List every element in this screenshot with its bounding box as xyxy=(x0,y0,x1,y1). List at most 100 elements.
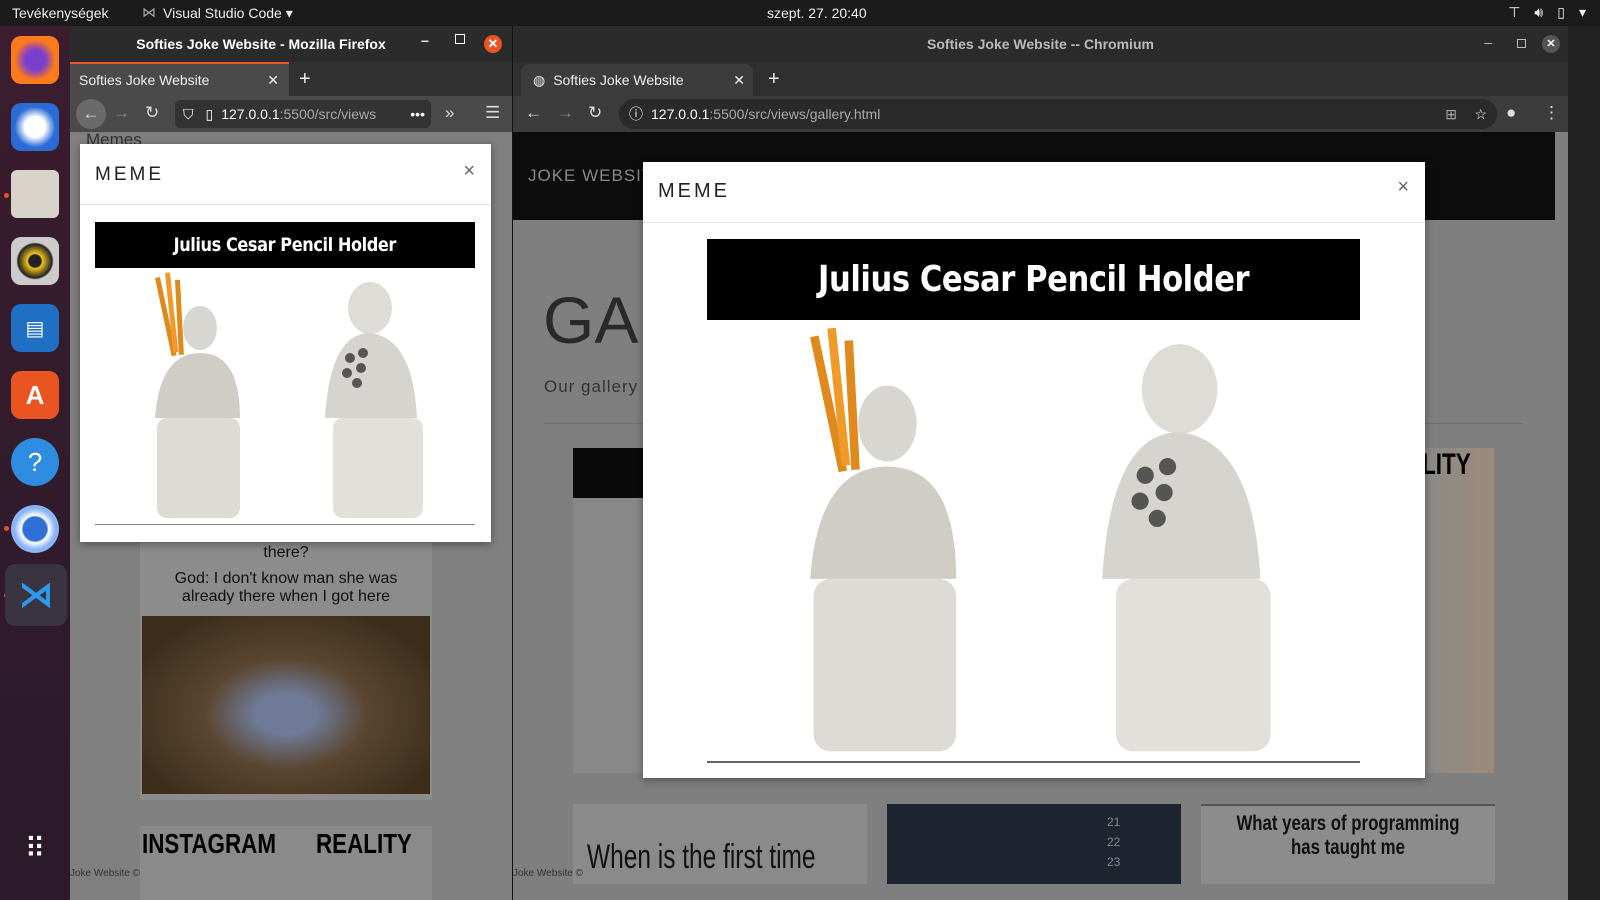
meme-card-queen[interactable]: there? God: I don't know man she was alr… xyxy=(140,542,432,800)
tab-close-icon[interactable]: ✕ xyxy=(267,72,279,89)
overflow-menu-icon[interactable]: » xyxy=(445,103,454,123)
caption-text: Julius Cesar Pencil Holder xyxy=(173,234,397,256)
page-icon: ▯ xyxy=(205,105,214,122)
forward-button[interactable]: → xyxy=(557,103,574,123)
translate-icon[interactable]: ⊞ xyxy=(1445,106,1457,123)
modal-divider xyxy=(95,524,475,525)
tab-bar: Softies Joke Website ✕ + xyxy=(70,62,512,96)
back-button[interactable]: ← xyxy=(76,99,106,129)
line-number: 21 xyxy=(1107,815,1121,829)
minimize-button[interactable]: – xyxy=(1484,34,1492,50)
writer-icon[interactable]: ▤ xyxy=(11,304,59,352)
chromium-window: Softies Joke Website -- Chromium – ✕ ◍ S… xyxy=(512,26,1568,900)
meme-image-caption: Julius Cesar Pencil Holder xyxy=(95,222,475,268)
minimize-button[interactable]: – xyxy=(421,32,429,48)
reload-button[interactable]: ↻ xyxy=(145,103,159,123)
modal-divider xyxy=(707,761,1360,763)
gallery-subheading: Our gallery xyxy=(544,377,639,396)
menu-arrow-icon: ▾ xyxy=(1578,4,1586,20)
tab-softies[interactable]: Softies Joke Website ✕ xyxy=(70,62,289,96)
meme-text: LITY xyxy=(1422,448,1471,481)
app-menu[interactable]: Visual Studio Code ▾ xyxy=(163,5,293,22)
meme-text: When is the first time xyxy=(587,838,816,876)
firefox-window: Softies Joke Website - Mozilla Firefox –… xyxy=(70,26,512,900)
app-menu-label: Visual Studio Code xyxy=(163,5,282,21)
firefox-icon[interactable] xyxy=(11,36,59,84)
bust-back-view xyxy=(325,282,423,518)
gallery-card-code[interactable]: 21 22 23 xyxy=(887,804,1181,884)
url-host: 127.0.0.1 xyxy=(221,106,280,122)
bust-with-pencils xyxy=(154,272,240,518)
reload-button[interactable]: ↻ xyxy=(588,103,602,123)
meme-text: there? xyxy=(263,544,309,561)
forward-button[interactable]: → xyxy=(113,103,130,123)
bookmark-star-icon[interactable]: ☆ xyxy=(1474,106,1487,123)
gallery-card-programming[interactable]: What years of programming has taught me xyxy=(1201,804,1495,884)
meme-text: God: I don't know man she was xyxy=(174,570,398,587)
close-button[interactable]: ✕ xyxy=(484,35,502,53)
volume-icon: 🔊︎ xyxy=(1534,4,1544,20)
address-bar[interactable]: ⛉ ▯ 127.0.0.1:5500/src/views ••• xyxy=(175,100,431,128)
pencil-holder-image xyxy=(154,272,423,518)
meme-text: has taught me xyxy=(1291,836,1405,859)
new-tab-button[interactable]: + xyxy=(768,62,780,96)
modal-close-button[interactable]: × xyxy=(1397,176,1409,199)
network-icon: ⊤ xyxy=(1508,4,1521,20)
help-icon[interactable]: ? xyxy=(11,438,59,486)
window-title: Softies Joke Website - Mozilla Firefox xyxy=(136,36,386,52)
meme-image-caption: Julius Cesar Pencil Holder xyxy=(707,239,1360,320)
gallery-heading: GA xyxy=(543,283,639,357)
software-icon[interactable]: A xyxy=(11,371,59,419)
chromium-page: JOKE WEBSIT GA Our gallery LITY When is … xyxy=(513,132,1568,900)
thunderbird-icon[interactable] xyxy=(11,103,59,151)
dock: ▤ A ? ⋊ ⠿ xyxy=(0,26,70,900)
hamburger-menu-icon[interactable]: ☰ xyxy=(485,103,500,123)
window-title: Softies Joke Website -- Chromium xyxy=(927,36,1154,52)
gallery-card-first-time[interactable]: When is the first time xyxy=(573,804,867,884)
tab-label: Softies Joke Website xyxy=(553,72,684,88)
vscode-icon[interactable]: ⋊ xyxy=(5,564,67,626)
tab-close-icon[interactable]: ✕ xyxy=(733,72,745,89)
site-brand[interactable]: JOKE WEBSIT xyxy=(528,166,653,186)
firefox-titlebar[interactable]: Softies Joke Website - Mozilla Firefox –… xyxy=(70,26,512,62)
meme-text: REALITY xyxy=(316,828,412,859)
maximize-button[interactable] xyxy=(1517,39,1526,48)
profile-icon[interactable]: ● xyxy=(1506,103,1516,123)
url-host: 127.0.0.1 xyxy=(651,106,710,122)
modal-close-button[interactable]: × xyxy=(463,160,475,183)
nav-bar: ← → ↻ ⓘ 127.0.0.1:5500/src/views/gallery… xyxy=(513,96,1568,132)
gallery-card-pencil[interactable] xyxy=(573,448,653,773)
caption-text: Julius Cesar Pencil Holder xyxy=(817,259,1250,300)
address-bar[interactable]: ⓘ 127.0.0.1:5500/src/views/gallery.html … xyxy=(619,99,1497,129)
modal-header: MEME × xyxy=(80,144,491,205)
meme-card-instagram[interactable]: INSTAGRAM REALITY xyxy=(140,826,432,900)
rhythmbox-icon[interactable] xyxy=(11,237,59,285)
gallery-card-reality[interactable]: LITY xyxy=(1418,448,1494,773)
show-apps-icon[interactable]: ⠿ xyxy=(11,824,59,872)
menu-icon[interactable]: ⋮ xyxy=(1543,103,1560,123)
bust-back-view xyxy=(1102,344,1271,752)
tab-softies[interactable]: ◍ Softies Joke Website ✕ xyxy=(521,64,753,96)
clock[interactable]: szept. 27. 20:40 xyxy=(767,5,867,21)
files-icon[interactable] xyxy=(11,170,59,218)
close-button[interactable]: ✕ xyxy=(1542,35,1560,53)
tab-bar: ◍ Softies Joke Website ✕ + xyxy=(513,62,1568,96)
chromium-titlebar[interactable]: Softies Joke Website -- Chromium – ✕ xyxy=(513,26,1568,62)
maximize-button[interactable] xyxy=(455,34,465,44)
system-tray[interactable]: ⊤ 🔊︎ ▯ ▾ xyxy=(1508,4,1586,21)
footer-text: Joke Website © xyxy=(513,868,583,879)
url-path: :5500/src/views xyxy=(279,106,377,122)
new-tab-button[interactable]: + xyxy=(299,62,311,96)
chromium-icon[interactable] xyxy=(11,505,59,553)
back-button[interactable]: ← xyxy=(525,103,542,123)
modal-title: MEME xyxy=(95,164,164,185)
running-indicator xyxy=(4,526,9,531)
activities-button[interactable]: Tevékenységek xyxy=(12,5,109,21)
meme-text: INSTAGRAM xyxy=(142,828,276,859)
url-path: :5500/src/views/gallery.html xyxy=(709,106,881,122)
line-number: 22 xyxy=(1107,835,1121,849)
globe-icon: ◍ xyxy=(533,71,546,88)
page-actions-icon[interactable]: ••• xyxy=(410,106,425,122)
battery-icon: ▯ xyxy=(1557,4,1565,20)
top-bar: Tevékenységek ⋈ Visual Studio Code ▾ sze… xyxy=(0,0,1600,26)
